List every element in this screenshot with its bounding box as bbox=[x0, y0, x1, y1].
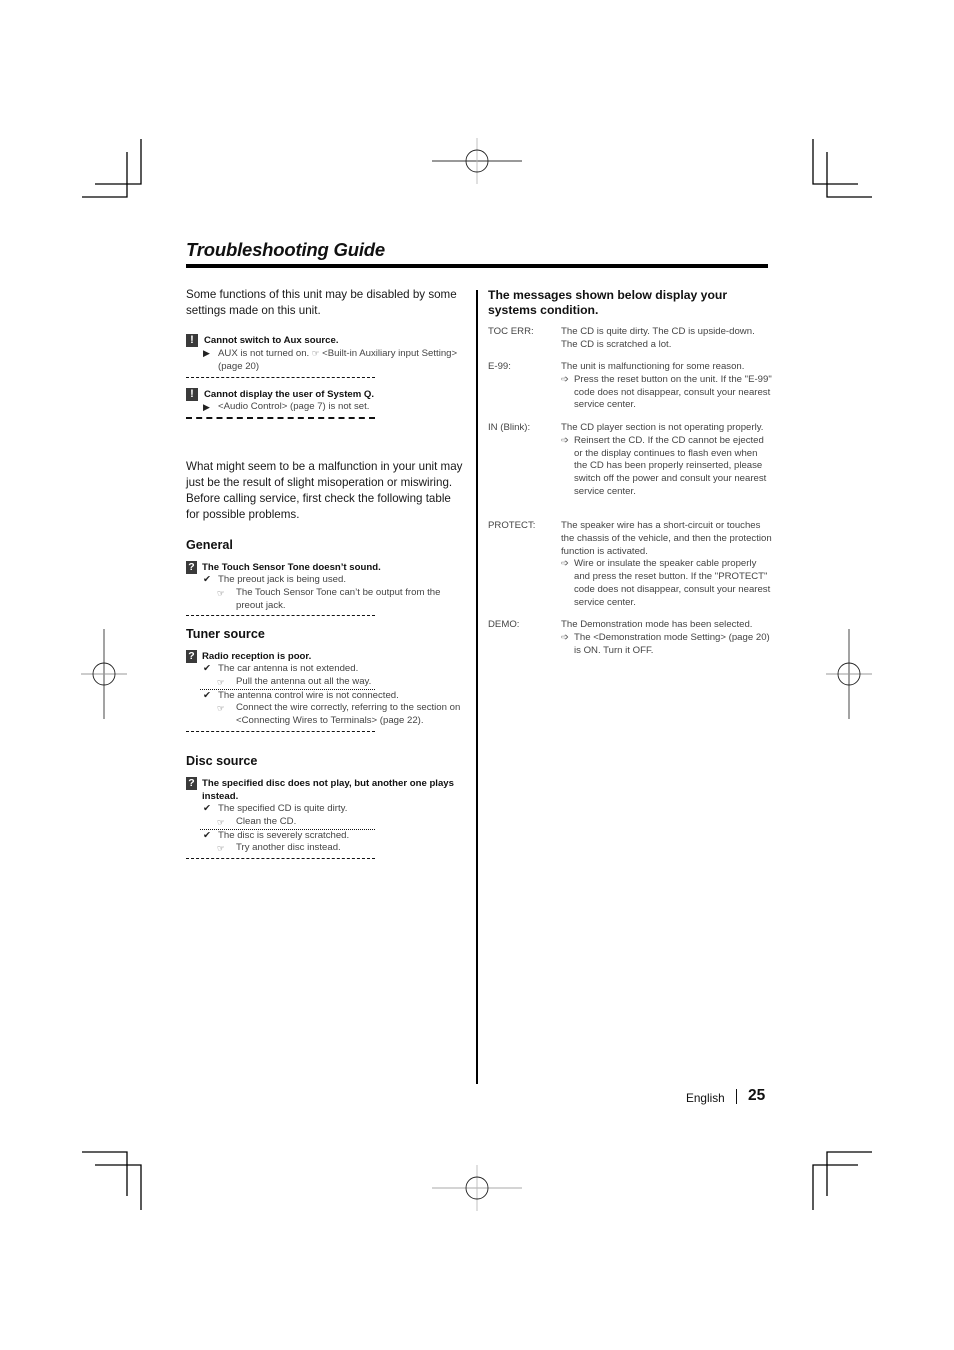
page-number: 25 bbox=[748, 1087, 766, 1104]
title-rule bbox=[186, 264, 768, 268]
message-code: E-99: bbox=[488, 361, 511, 372]
registration-mark-left bbox=[81, 629, 127, 719]
pointing-hand-icon: ☞ bbox=[311, 348, 320, 358]
registration-mark-right bbox=[826, 629, 872, 719]
arrow-icon: ➩ bbox=[561, 373, 569, 385]
message-description: The Demonstration mode has been selected… bbox=[561, 619, 753, 630]
section-heading-general: General bbox=[186, 538, 233, 552]
triangle-bullet-icon: ▶ bbox=[203, 348, 210, 358]
message-code: DEMO: bbox=[488, 619, 520, 630]
problem-item: ? The specified disc does not play, but … bbox=[186, 777, 461, 860]
problem-item: ? Radio reception is poor. ✔ The car ant… bbox=[186, 650, 461, 732]
message-code: IN (Blink): bbox=[488, 422, 531, 433]
restriction-problem: Cannot display the user of System Q. bbox=[204, 389, 375, 400]
question-icon: ? bbox=[186, 561, 197, 574]
arrow-icon: ➩ bbox=[561, 558, 569, 570]
crop-mark-bottom-left bbox=[82, 1151, 142, 1210]
message-description: The unit is malfunctioning for some reas… bbox=[561, 361, 745, 372]
registration-mark-top bbox=[432, 138, 522, 184]
message-row-protect: PROTECT: The speaker wire has a short-ci… bbox=[488, 520, 772, 610]
message-code: PROTECT: bbox=[488, 520, 536, 531]
restriction-note: ! Cannot display the user of System Q. ▶… bbox=[186, 388, 461, 419]
message-remedy: ➩ Press the reset button on the unit. If… bbox=[561, 373, 772, 411]
divider bbox=[186, 416, 375, 419]
message-description: The speaker wire has a short-circuit or … bbox=[561, 520, 772, 557]
cause: ✔ The antenna control wire is not connec… bbox=[203, 689, 399, 701]
problem-title: The specified disc does not play, but an… bbox=[202, 778, 454, 802]
cause: ✔ The disc is severely scratched. bbox=[203, 829, 350, 841]
registration-mark-bottom bbox=[432, 1165, 522, 1211]
crop-mark-bottom-right bbox=[812, 1151, 872, 1210]
check-icon: ✔ bbox=[203, 689, 211, 701]
message-row-toc-err: TOC ERR: The CD is quite dirty. The CD i… bbox=[488, 326, 772, 352]
footer-separator bbox=[736, 1089, 737, 1104]
check-icon: ✔ bbox=[203, 803, 211, 814]
check-icon: ✔ bbox=[203, 663, 211, 674]
messages-heading: The messages shown below display your sy… bbox=[488, 288, 728, 317]
message-remedy: ➩ The <Demonstration mode Setting> (page… bbox=[561, 631, 770, 656]
pointing-hand-icon: ☞ bbox=[217, 676, 225, 687]
remedy: ☞ Try another disc instead. bbox=[217, 842, 341, 854]
divider bbox=[186, 730, 375, 732]
exclamation-icon: ! bbox=[186, 388, 198, 401]
message-row-demo: DEMO: The Demonstration mode has been se… bbox=[488, 619, 772, 657]
cause: ✔ The specified CD is quite dirty. bbox=[203, 803, 348, 814]
check-icon: ✔ bbox=[203, 574, 211, 585]
pointing-hand-icon: ☞ bbox=[217, 816, 225, 827]
restriction-problem: Cannot switch to Aux source. bbox=[204, 335, 339, 346]
problem-item: ? The Touch Sensor Tone doesn’t sound. ✔… bbox=[186, 561, 461, 617]
divider bbox=[186, 615, 375, 617]
arrow-icon: ➩ bbox=[561, 434, 569, 446]
problem-title: The Touch Sensor Tone doesn’t sound. bbox=[202, 562, 381, 573]
section-heading-tuner: Tuner source bbox=[186, 627, 265, 641]
message-remedy: ➩ Reinsert the CD. If the CD cannot be e… bbox=[561, 434, 767, 497]
crop-mark-top-right bbox=[812, 139, 872, 198]
message-row-e99: E-99: The unit is malfunctioning for som… bbox=[488, 361, 772, 412]
restriction-cause: ▶ <Audio Control> (page 7) is not set. bbox=[203, 401, 370, 412]
section-heading-disc: Disc source bbox=[186, 754, 258, 768]
footer-language: English bbox=[686, 1091, 725, 1105]
exclamation-icon: ! bbox=[186, 334, 198, 347]
crop-mark-top-left bbox=[82, 139, 142, 198]
pointing-hand-icon: ☞ bbox=[217, 843, 225, 854]
malfunction-intro: What might seem to be a malfunction in y… bbox=[186, 460, 463, 521]
restriction-note: ! Cannot switch to Aux source. ▶ AUX is … bbox=[186, 334, 461, 378]
question-icon: ? bbox=[186, 650, 197, 663]
pointing-hand-icon: ☞ bbox=[217, 587, 225, 598]
remedy: ☞ The Touch Sensor Tone can’t be output … bbox=[217, 586, 441, 611]
page-title: Troubleshooting Guide bbox=[186, 239, 385, 260]
check-icon: ✔ bbox=[203, 829, 211, 841]
message-remedy: ➩ Wire or insulate the speaker cable pro… bbox=[561, 558, 771, 608]
question-icon: ? bbox=[186, 777, 197, 790]
problem-title: Radio reception is poor. bbox=[202, 651, 312, 662]
cause: ✔ The car antenna is not extended. bbox=[203, 663, 359, 674]
message-description: The CD is quite dirty. The CD is upside-… bbox=[561, 326, 755, 350]
message-description: The CD player section is not operating p… bbox=[561, 422, 764, 433]
restriction-cause: ▶ AUX is not turned on. ☞ <Built-in Auxi… bbox=[203, 348, 458, 372]
message-row-in-blink: IN (Blink): The CD player section is not… bbox=[488, 422, 772, 499]
divider bbox=[186, 376, 375, 378]
arrow-icon: ➩ bbox=[561, 631, 569, 643]
triangle-bullet-icon: ▶ bbox=[203, 402, 210, 412]
message-code: TOC ERR: bbox=[488, 326, 534, 337]
restrictions-intro: Some functions of this unit may be disab… bbox=[186, 288, 457, 317]
cause: ✔ The preout jack is being used. bbox=[203, 574, 346, 585]
column-divider bbox=[476, 290, 478, 1084]
remedy: ☞ Connect the wire correctly, referring … bbox=[217, 702, 461, 727]
pointing-hand-icon: ☞ bbox=[217, 703, 225, 714]
remedy: ☞ Clean the CD. bbox=[217, 815, 297, 827]
divider bbox=[186, 858, 375, 860]
remedy: ☞ Pull the antenna out all the way. bbox=[217, 675, 372, 687]
